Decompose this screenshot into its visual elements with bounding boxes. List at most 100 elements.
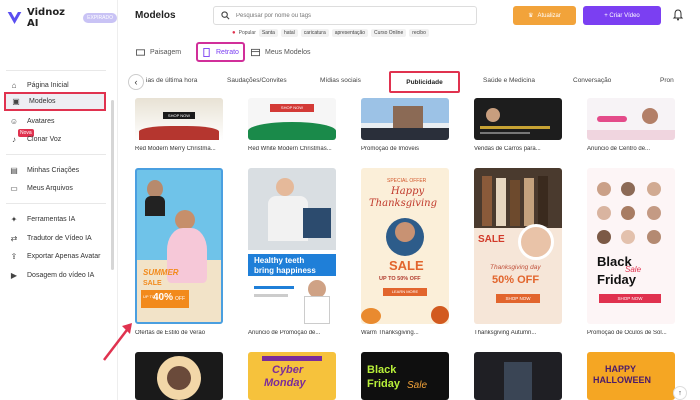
sidebar-item-creations[interactable]: ▤ Minhas Criações (4, 161, 106, 179)
template-card[interactable] (587, 98, 675, 140)
category-tab[interactable]: Conversação (573, 77, 611, 84)
template-title[interactable]: Anúncio de Promoção de... (248, 330, 336, 336)
category-tab[interactable]: Pron (660, 77, 674, 84)
sidebar-item-label: Modelos (29, 98, 56, 105)
sidebar-item-label: Ferramentas IA (27, 215, 76, 223)
card-button: SHOP NOW (496, 294, 540, 303)
card-heading: Friday (367, 378, 401, 390)
template-card[interactable]: SHOP NOW (135, 98, 223, 140)
card-heading: Healthy teeth (254, 256, 305, 265)
template-card[interactable]: Black Sale Friday SHOP NOW (587, 168, 675, 324)
card-heading: Cyber (272, 364, 304, 376)
card-heading: SUMMER (143, 268, 179, 277)
template-card[interactable] (474, 352, 562, 400)
search-icon (221, 11, 230, 20)
page-title: Modelos (135, 10, 176, 21)
tag-chip[interactable]: Santa (258, 29, 278, 37)
annotation-arrow-icon (103, 323, 132, 361)
popular-tags: ● Popular Santa hatal caricatura apresen… (232, 29, 429, 37)
flame-icon: ● (232, 30, 236, 36)
sidebar-item-voice-clone[interactable]: ♪ Clonar Voz (4, 130, 106, 148)
create-video-button[interactable]: + Criar Vídeo (583, 6, 661, 25)
sidebar-item-files[interactable]: ▭ Meus Arquivos (4, 179, 106, 197)
tab-landscape[interactable]: Paisagem (136, 42, 181, 62)
category-tab[interactable]: Saúde e Medicina (483, 77, 535, 84)
template-card[interactable]: Healthy teeth bring happiness (248, 168, 336, 324)
template-card[interactable] (474, 98, 562, 140)
bell-icon[interactable] (672, 9, 684, 21)
video-icon: ▶ (10, 270, 18, 280)
card-heading: bring happiness (254, 266, 316, 275)
card-text: UP TO 50% OFF (379, 276, 421, 282)
sidebar-item-label: Exportar Apenas Avatar (27, 252, 101, 260)
template-title[interactable]: Anúncio de Centro de... (587, 146, 675, 152)
search-bar[interactable] (213, 6, 477, 25)
card-heading: SALE (478, 234, 505, 245)
creations-icon: ▤ (10, 165, 18, 175)
upgrade-button[interactable]: ♛ Atualizar (513, 6, 576, 25)
tab-portrait[interactable]: Retrato (196, 42, 245, 62)
template-title[interactable]: Ofertas de Estilo de Verão (135, 330, 223, 336)
search-input[interactable] (236, 12, 466, 19)
tag-chip[interactable]: caricatura (300, 29, 329, 37)
template-card[interactable]: HAPPY HALLOWEEN (587, 352, 675, 400)
tag-chip[interactable]: recibo (409, 29, 429, 37)
card-heading: Sale (407, 380, 428, 391)
tab-my-templates[interactable]: Meus Modelos (251, 42, 311, 62)
template-card[interactable]: SALE Thanksgiving day 50% OFF SHOP NOW (474, 168, 562, 324)
card-heading: Happy (391, 186, 425, 197)
shop-now-badge: SHOP NOW (270, 104, 314, 112)
shop-now-badge: SHOP NOW (163, 112, 195, 119)
card-price: 50% OFF (492, 274, 540, 286)
sidebar-item-avatars[interactable]: ☺ Avatares (4, 112, 106, 130)
sidebar-item-templates[interactable]: ▣ Modelos (4, 92, 106, 111)
tag-chip[interactable]: Curso Online (371, 29, 407, 37)
create-label: + Criar Vídeo (604, 12, 640, 19)
portrait-icon (203, 47, 210, 57)
scroll-to-top-button[interactable]: ↑ (673, 386, 687, 400)
card-heading: Monday (264, 377, 306, 389)
sidebar-divider (6, 203, 106, 204)
template-title[interactable]: Promoção de Óculos de Sol... (587, 330, 675, 336)
template-card-selected[interactable]: SUMMER SALE UP TO 40% OFF (135, 168, 223, 324)
template-title[interactable]: Red Modern Merry Christma... (135, 146, 223, 152)
sidebar-scrollbar[interactable] (111, 100, 114, 270)
template-card[interactable]: Black Friday Sale (361, 352, 449, 400)
category-tab-selected[interactable]: Publicidade (389, 71, 460, 93)
card-heading: HAPPY (605, 364, 637, 374)
card-price: 40% (153, 292, 174, 303)
category-tab[interactable]: ias de última hora (146, 77, 197, 84)
landscape-icon (136, 48, 145, 56)
sidebar-item-ai-tools[interactable]: ✦ Ferramentas IA (4, 210, 106, 228)
category-tab[interactable]: Mídias sociais (320, 77, 361, 84)
voice-icon: ♪ (12, 134, 16, 144)
files-icon: ▭ (10, 183, 18, 193)
template-title[interactable]: Red White Modern Christmas... (248, 146, 336, 152)
category-prev-button[interactable]: ‹ (128, 74, 144, 90)
template-title[interactable]: Warm Thanksgiving... (361, 330, 449, 336)
card-heading: HALLOWEEN (593, 375, 651, 385)
tag-chip[interactable]: apresentação (331, 29, 369, 37)
brand-logo[interactable]: Vidnoz AI EXPIRADO (6, 7, 117, 29)
template-card[interactable]: SPECIAL OFFER Happy Thanksgiving SALE UP… (361, 168, 449, 324)
sidebar-item-video-translator[interactable]: ⇄ Tradutor de Vídeo IA (4, 229, 106, 247)
card-button: SHOP NOW (599, 294, 661, 303)
sidebar-item-export-avatar[interactable]: ⇪ Exportar Apenas Avatar (4, 247, 106, 265)
template-title[interactable]: Thanksgiving Autumn... (474, 330, 562, 336)
templates-icon: ▣ (12, 97, 20, 106)
template-card[interactable] (135, 352, 223, 400)
tag-chip[interactable]: hatal (280, 29, 298, 37)
card-button: LEARN MORE (383, 288, 427, 296)
card-text: SPECIAL OFFER (387, 178, 427, 184)
template-card[interactable] (361, 98, 449, 140)
template-title[interactable]: Vendas de Carros para... (474, 146, 562, 152)
template-card[interactable]: Cyber Monday (248, 352, 336, 400)
sidebar-item-label: Avatares (27, 117, 55, 125)
sidebar-item-label: Minhas Criações (27, 166, 80, 174)
sidebar-item-ai-video[interactable]: ▶ Dosagem do vídeo IA (4, 266, 106, 284)
avatar-icon: ☺ (9, 116, 19, 126)
template-card[interactable]: SHOP NOW (248, 98, 336, 140)
category-tab[interactable]: Saudações/Convites (227, 77, 287, 84)
template-title[interactable]: Promoção de Imóveis (361, 146, 449, 152)
templates-icon (251, 48, 260, 56)
